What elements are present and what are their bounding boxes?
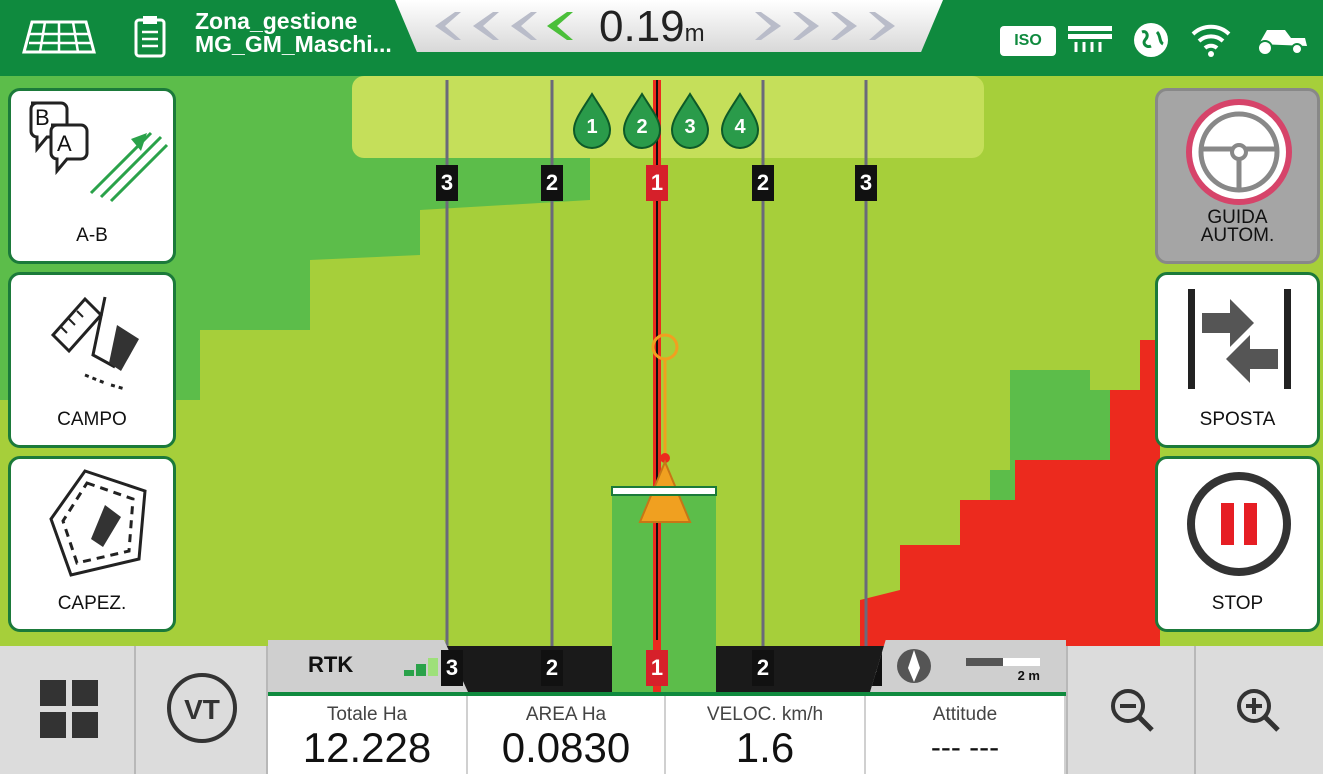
ab-line-button[interactable]: B A A-B [8, 88, 176, 264]
headland-button[interactable]: CAPEZ. [8, 456, 176, 632]
stat-attitude-value: --- --- [930, 731, 1000, 764]
row-badge-bottom-left-2: 2 [541, 650, 563, 686]
shift-line-button[interactable]: SPOSTA [1155, 272, 1320, 448]
right-chevrons-icon [755, 12, 895, 40]
rtk-label: RTK [308, 652, 354, 677]
section-4: 4 [734, 116, 746, 138]
map-scale: 3 2 m [870, 640, 1066, 692]
vt-label: VT [184, 694, 220, 725]
compass-icon [897, 649, 931, 683]
zone-name-line2: MG_GM_Maschi... [195, 31, 392, 57]
ab-line-label: A-B [76, 225, 108, 246]
stat-attitude-header: Attitude [932, 704, 998, 725]
section-3: 3 [684, 116, 696, 138]
wifi-icon[interactable] [1185, 12, 1237, 64]
row-label-center-1: 1 [650, 170, 664, 195]
scale-bar [966, 658, 1040, 666]
grid-menu-icon [40, 680, 98, 738]
stat-total-ha-header: Totale Ha [326, 704, 408, 725]
signal-bars-icon [404, 658, 438, 676]
field-map[interactable]: 1 2 3 4 3 2 1 2 3 [0, 76, 1323, 646]
vt-button[interactable]: VT [136, 646, 268, 774]
boom-bar [611, 486, 717, 496]
ab-badge-b: B [35, 105, 50, 130]
ab-badge-a: A [57, 131, 72, 156]
row-badge-bottom-left-3: 3 [441, 650, 463, 686]
row-label-right-3: 3 [859, 170, 873, 195]
field-boundary-icon [50, 296, 139, 391]
zone-name-line1: Zona_gestione [195, 8, 358, 34]
field-button[interactable]: CAMPO [8, 272, 176, 448]
zoom-out-icon [1111, 689, 1154, 732]
offset-unit: m [684, 20, 705, 47]
stat-speed: VELOC. km/h 1.6 [666, 696, 866, 774]
field-grid-icon[interactable] [20, 12, 96, 64]
zoom-in-button[interactable] [1196, 646, 1323, 774]
stat-speed-value: 1.6 [735, 724, 795, 771]
row-label-left-2: 2 [545, 170, 559, 195]
offset-readout: 0.19m [599, 2, 705, 52]
field-label: CAMPO [57, 409, 127, 430]
stat-speed-header: VELOC. km/h [706, 704, 824, 725]
rtk-status: RTK [268, 640, 468, 692]
gps-globe-icon[interactable] [1125, 12, 1177, 64]
section-2: 2 [636, 116, 648, 138]
row-label-left-3: 3 [440, 170, 454, 195]
pause-icon [1187, 472, 1291, 576]
scale-label: 2 m [1017, 668, 1040, 683]
zoom-out-button[interactable] [1066, 646, 1196, 774]
row-badge-bottom-center-1: 1 [646, 650, 668, 686]
clipboard-icon[interactable] [130, 12, 182, 64]
headland-icon [49, 469, 147, 577]
implement-icon[interactable] [1064, 12, 1116, 64]
autosteer-label: GUIDA AUTOM. [1158, 208, 1317, 246]
lightbar: 0.19m [395, 0, 943, 52]
stat-attitude: Attitude --- --- [866, 696, 1066, 774]
row-badge-bottom-right-2: 2 [752, 650, 774, 686]
offset-value: 0.19 [599, 2, 685, 51]
stat-area-ha: AREA Ha 0.0830 [468, 696, 666, 774]
stop-button[interactable]: STOP [1155, 456, 1320, 632]
bottom-bar: VT RTK 3 2 1 2 3 2 m Totale Ha 12.228 AR… [0, 640, 1323, 774]
stat-area-ha-value: 0.0830 [501, 724, 631, 771]
autosteer-button[interactable]: GUIDA AUTOM. [1155, 88, 1320, 264]
steering-wheel-icon [1186, 99, 1292, 205]
left-chevrons-icon [435, 12, 573, 40]
shift-line-icon [1188, 289, 1291, 389]
section-1: 1 [586, 116, 598, 138]
top-bar: Zona_gestione MG_GM_Maschi... 0.19m ISO [0, 0, 1323, 76]
row-badge-bottom-right-3: 3 [870, 650, 882, 686]
tractor-icon[interactable] [1245, 12, 1307, 64]
iso-badge[interactable]: ISO [1000, 26, 1056, 56]
zoom-in-icon [1237, 689, 1280, 732]
stat-total-ha: Totale Ha 12.228 [268, 696, 468, 774]
shift-line-label: SPOSTA [1199, 409, 1276, 430]
stat-total-ha-value: 12.228 [302, 724, 432, 771]
zone-name: Zona_gestione MG_GM_Maschi... [195, 10, 392, 56]
autosteer-label-line2: AUTOM. [1200, 225, 1275, 246]
headland-label: CAPEZ. [57, 593, 127, 614]
stat-area-ha-header: AREA Ha [525, 704, 607, 725]
map-canvas [0, 76, 1160, 646]
row-label-right-2: 2 [756, 170, 770, 195]
menu-button[interactable] [0, 646, 136, 774]
stop-label: STOP [1211, 593, 1264, 614]
